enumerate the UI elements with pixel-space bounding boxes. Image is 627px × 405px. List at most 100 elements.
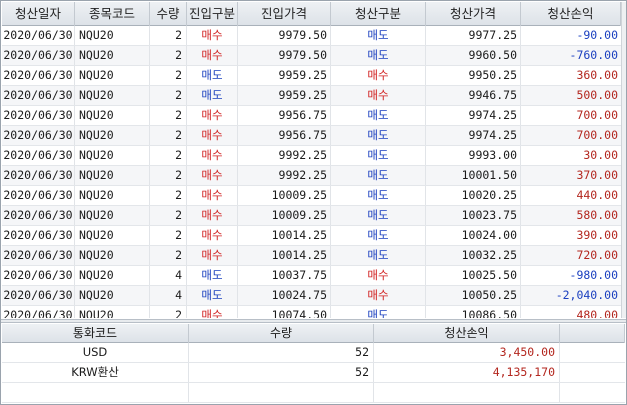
cell-quantity: 2: [150, 66, 187, 85]
cell-entry-price: 9959.25: [238, 86, 331, 105]
cell-date: 2020/06/30: [2, 226, 75, 245]
cell-liquidation-price: 10001.50: [426, 166, 521, 185]
cell-entry-side: 매수: [187, 206, 238, 225]
cell-entry-side: 매수: [187, 126, 238, 145]
cell-liquidation-pnl: -2,040.00: [555, 288, 618, 302]
cell-quantity: 2: [150, 246, 187, 265]
cell-liquidation-pnl: 370.00: [576, 168, 618, 182]
trade-grid-body: 2020/06/30 NQU20 2 매수 9979.50 매도 9977.25 -90.00…: [2, 26, 625, 318]
cell-liquidation-side: 매도: [331, 126, 426, 145]
cell-quantity: 2: [150, 166, 187, 185]
header-liquidation-pnl[interactable]: 청산손익: [521, 2, 621, 26]
cell-symbol-code: NQU20: [75, 266, 150, 285]
cell-liquidation-pnl: 30.00: [583, 148, 618, 162]
cell-quantity: 4: [150, 286, 187, 305]
header-quantity[interactable]: 수량: [150, 2, 187, 26]
cell-symbol-code: NQU20: [75, 66, 150, 85]
cell-quantity: 2: [150, 146, 187, 165]
cell-date: 2020/06/30: [2, 86, 75, 105]
cell-liquidation-side: 매도: [331, 26, 426, 45]
summary-cell-filler: [560, 343, 625, 362]
table-row[interactable]: 2020/06/30 NQU20 2 매수 9956.75 매도 9974.25 700.00: [2, 106, 625, 126]
summary-grid: 통화코드 수량 청산손익 USD 52 3,450.00 KRW환산 52 4,135,1…: [2, 324, 625, 404]
grid-vertical-scrollbar[interactable]: [621, 2, 626, 318]
cell-liquidation-side: 매도: [331, 206, 426, 225]
cell-liquidation-pnl: 700.00: [576, 108, 618, 122]
header-entry-price[interactable]: 진입가격: [238, 2, 331, 26]
cell-liquidation-pnl: 440.00: [576, 188, 618, 202]
cell-liquidation-price: 10086.50: [426, 306, 521, 318]
cell-liquidation-side: 매도: [331, 106, 426, 125]
cell-entry-side: 매수: [187, 146, 238, 165]
table-row[interactable]: 2020/06/30 NQU20 2 매수 9979.50 매도 9977.25 -90.00: [2, 26, 625, 46]
table-row[interactable]: 2020/06/30 NQU20 2 매수 10014.25 매도 10024.00 390.…: [2, 226, 625, 246]
cell-liquidation-pnl: -980.00: [569, 268, 618, 282]
cell-date: 2020/06/30: [2, 286, 75, 305]
cell-date: 2020/06/30: [2, 186, 75, 205]
cell-date: 2020/06/30: [2, 46, 75, 65]
summary-row[interactable]: USD 52 3,450.00: [2, 343, 625, 363]
cell-quantity: 2: [150, 226, 187, 245]
cell-date: 2020/06/30: [2, 206, 75, 225]
summary-cell-quantity: 52: [189, 343, 374, 362]
cell-liquidation-price: 10020.25: [426, 186, 521, 205]
summary-header-filler: [560, 324, 625, 343]
header-liquidation-date[interactable]: 청산일자: [2, 2, 75, 26]
header-symbol-code[interactable]: 종목코드: [75, 2, 150, 26]
table-row[interactable]: 2020/06/30 NQU20 2 매수 10074.50 매도 10086.50 480.…: [2, 306, 625, 318]
summary-cell-empty: [560, 383, 625, 402]
cell-entry-price: 9979.50: [238, 26, 331, 45]
summary-header-quantity: 수량: [189, 324, 374, 343]
header-liquidation-side[interactable]: 청산구분: [331, 2, 426, 26]
cell-entry-side: 매도: [187, 66, 238, 85]
table-row[interactable]: 2020/06/30 NQU20 2 매수 10009.25 매도 10020.25 440.…: [2, 186, 625, 206]
table-row[interactable]: 2020/06/30 NQU20 2 매수 10014.25 매도 10032.25 720.…: [2, 246, 625, 266]
trade-grid-header: 청산일자 종목코드 수량 진입구분 진입가격 청산구분 청산가격 청산손익: [2, 2, 625, 26]
cell-symbol-code: NQU20: [75, 246, 150, 265]
cell-entry-side: 매수: [187, 186, 238, 205]
cell-liquidation-side: 매수: [331, 66, 426, 85]
cell-liquidation-side: 매수: [331, 286, 426, 305]
cell-liquidation-side: 매도: [331, 46, 426, 65]
cell-liquidation-pnl: -760.00: [569, 48, 618, 62]
table-row[interactable]: 2020/06/30 NQU20 2 매수 9979.50 매도 9960.50 -760.0…: [2, 46, 625, 66]
cell-symbol-code: NQU20: [75, 46, 150, 65]
summary-cell-empty: [374, 383, 560, 402]
cell-date: 2020/06/30: [2, 66, 75, 85]
table-row[interactable]: 2020/06/30 NQU20 2 매수 9956.75 매도 9974.25 700.00: [2, 126, 625, 146]
table-row[interactable]: 2020/06/30 NQU20 4 매도 10037.75 매수 10025.50 -980…: [2, 266, 625, 286]
cell-symbol-code: NQU20: [75, 106, 150, 125]
summary-cell-currency: KRW환산: [2, 363, 189, 382]
cell-quantity: 2: [150, 26, 187, 45]
cell-quantity: 2: [150, 306, 187, 318]
table-row[interactable]: 2020/06/30 NQU20 4 매도 10024.75 매수 10050.25 -2,0…: [2, 286, 625, 306]
summary-row[interactable]: KRW환산 52 4,135,170: [2, 363, 625, 383]
cell-entry-price: 10009.25: [238, 186, 331, 205]
cell-entry-price: 10014.25: [238, 226, 331, 245]
liquidation-history-panel: 청산일자 종목코드 수량 진입구분 진입가격 청산구분 청산가격 청산손익 20…: [0, 0, 627, 405]
cell-liquidation-pnl: 700.00: [576, 128, 618, 142]
header-entry-side[interactable]: 진입구분: [187, 2, 238, 26]
table-row[interactable]: 2020/06/30 NQU20 2 매도 9959.25 매수 9950.25 360.00: [2, 66, 625, 86]
cell-liquidation-price: 10032.25: [426, 246, 521, 265]
cell-date: 2020/06/30: [2, 306, 75, 318]
cell-date: 2020/06/30: [2, 146, 75, 165]
cell-entry-side: 매도: [187, 86, 238, 105]
cell-entry-price: 9979.50: [238, 46, 331, 65]
cell-symbol-code: NQU20: [75, 286, 150, 305]
table-row[interactable]: 2020/06/30 NQU20 2 매수 10009.25 매도 10023.75 580.…: [2, 206, 625, 226]
cell-quantity: 2: [150, 126, 187, 145]
cell-liquidation-side: 매도: [331, 246, 426, 265]
header-liquidation-price[interactable]: 청산가격: [426, 2, 521, 26]
cell-liquidation-side: 매도: [331, 146, 426, 165]
cell-liquidation-price: 9950.25: [426, 66, 521, 85]
table-row[interactable]: 2020/06/30 NQU20 2 매수 9992.25 매도 9993.00 30.00: [2, 146, 625, 166]
cell-liquidation-side: 매도: [331, 186, 426, 205]
table-row[interactable]: 2020/06/30 NQU20 2 매도 9959.25 매수 9946.75 500.00: [2, 86, 625, 106]
cell-symbol-code: NQU20: [75, 186, 150, 205]
cell-entry-price: 9956.75: [238, 106, 331, 125]
cell-liquidation-side: 매도: [331, 166, 426, 185]
panel-splitter[interactable]: [1, 319, 626, 323]
table-row[interactable]: 2020/06/30 NQU20 2 매수 9992.25 매도 10001.50 370.0…: [2, 166, 625, 186]
summary-cell-pnl: 3,450.00: [374, 343, 560, 362]
